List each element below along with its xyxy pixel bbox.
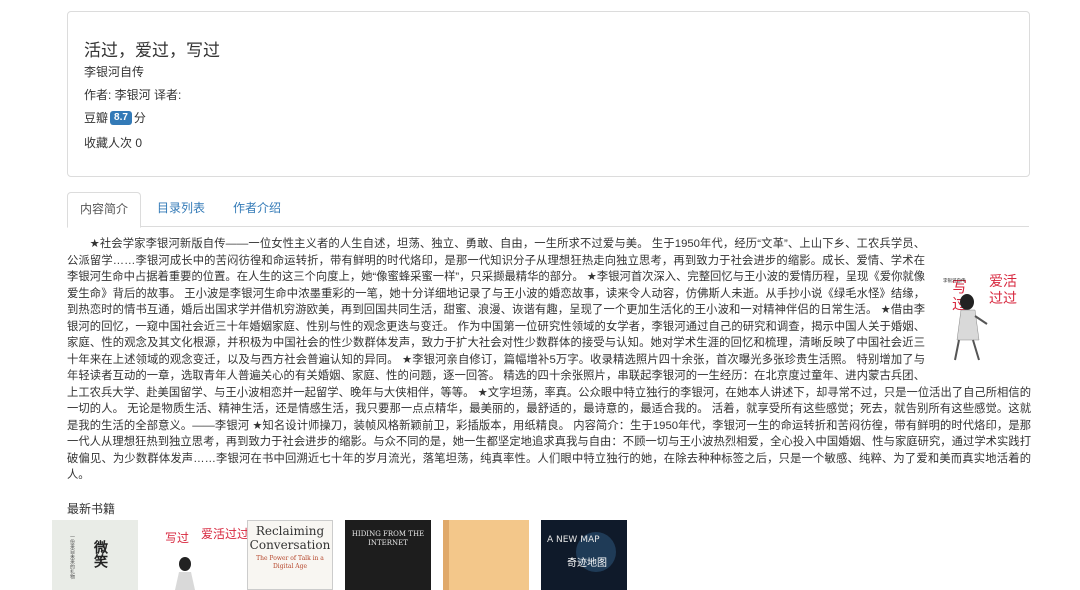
latest-book-3-title: Reclaiming Conversation — [249, 524, 331, 552]
latest-book-4-title: HIDING FROM THE INTERNET — [351, 530, 425, 547]
tab-summary[interactable]: 内容简介 — [67, 192, 142, 228]
tab-toc[interactable]: 目录列表 — [145, 192, 217, 225]
cover-figure-head — [960, 294, 974, 310]
intro-section: 写 过 爱活 过过 李银河自传 ★社会学家李银河新版自传——一位女性主义者的人生… — [67, 236, 1031, 484]
latest-book-2[interactable]: 写过 爱活过过 — [161, 520, 247, 590]
latest-book-1[interactable]: 微笑 一份来自未来的礼物 — [52, 520, 138, 590]
rating-prefix: 豆瓣 — [84, 111, 109, 125]
tab-author[interactable]: 作者介绍 — [221, 192, 293, 225]
rating-badge: 8.7 — [110, 110, 132, 125]
book-title: 活过，爱过，写过 — [84, 41, 220, 60]
latest-book-6-title: A NEW MAP — [547, 535, 600, 545]
book-info-card: 活过，爱过，写过 李银河自传 作者: 李银河 译者: 豆瓣 8.7 分 收藏人次… — [67, 11, 1030, 177]
intro-text: ★社会学家李银河新版自传——一位女性主义者的人生自述，坦荡、独立、勇敢、自由，一… — [67, 238, 1031, 481]
rating-suffix: 分 — [133, 111, 146, 125]
latest-book-6-sub: 奇迹地图 — [567, 556, 607, 569]
cover-chars-guoguo: 过过 — [989, 291, 1017, 307]
latest-book-5[interactable] — [443, 520, 529, 590]
latest-books-heading: 最新书籍 — [67, 502, 116, 516]
book-subtitle: 李银河自传 — [84, 65, 145, 79]
latest-book-4[interactable]: HIDING FROM THE INTERNET — [345, 520, 431, 590]
favorites-count: 收藏人次 0 — [84, 136, 143, 150]
latest-book-6[interactable]: A NEW MAP 奇迹地图 — [541, 520, 627, 590]
cover-author: 李银河自传 — [943, 277, 966, 284]
latest-book-2-title: 写过 — [165, 531, 189, 545]
cover-chars-aihuo: 爱活 — [989, 274, 1017, 290]
latest-book-1-sub: 一份来自未来的礼物 — [69, 534, 75, 580]
content-tabs: 内容简介 目录列表 作者介绍 — [67, 192, 1029, 228]
douban-rating: 豆瓣 8.7 分 — [84, 109, 146, 126]
latest-book-3[interactable]: Reclaiming Conversation The Power of Tal… — [247, 520, 333, 590]
author-line: 作者: 李银河 译者: — [84, 88, 182, 102]
latest-book-3-sub: The Power of Talk in a Digital Age — [256, 555, 324, 570]
cover-figure-dress — [956, 309, 980, 341]
latest-book-1-title: 微笑 — [92, 539, 109, 569]
book-cover: 写 过 爱活 过过 李银河自传 — [937, 248, 1031, 365]
latest-book-2-sub: 爱活过过 — [201, 527, 247, 541]
